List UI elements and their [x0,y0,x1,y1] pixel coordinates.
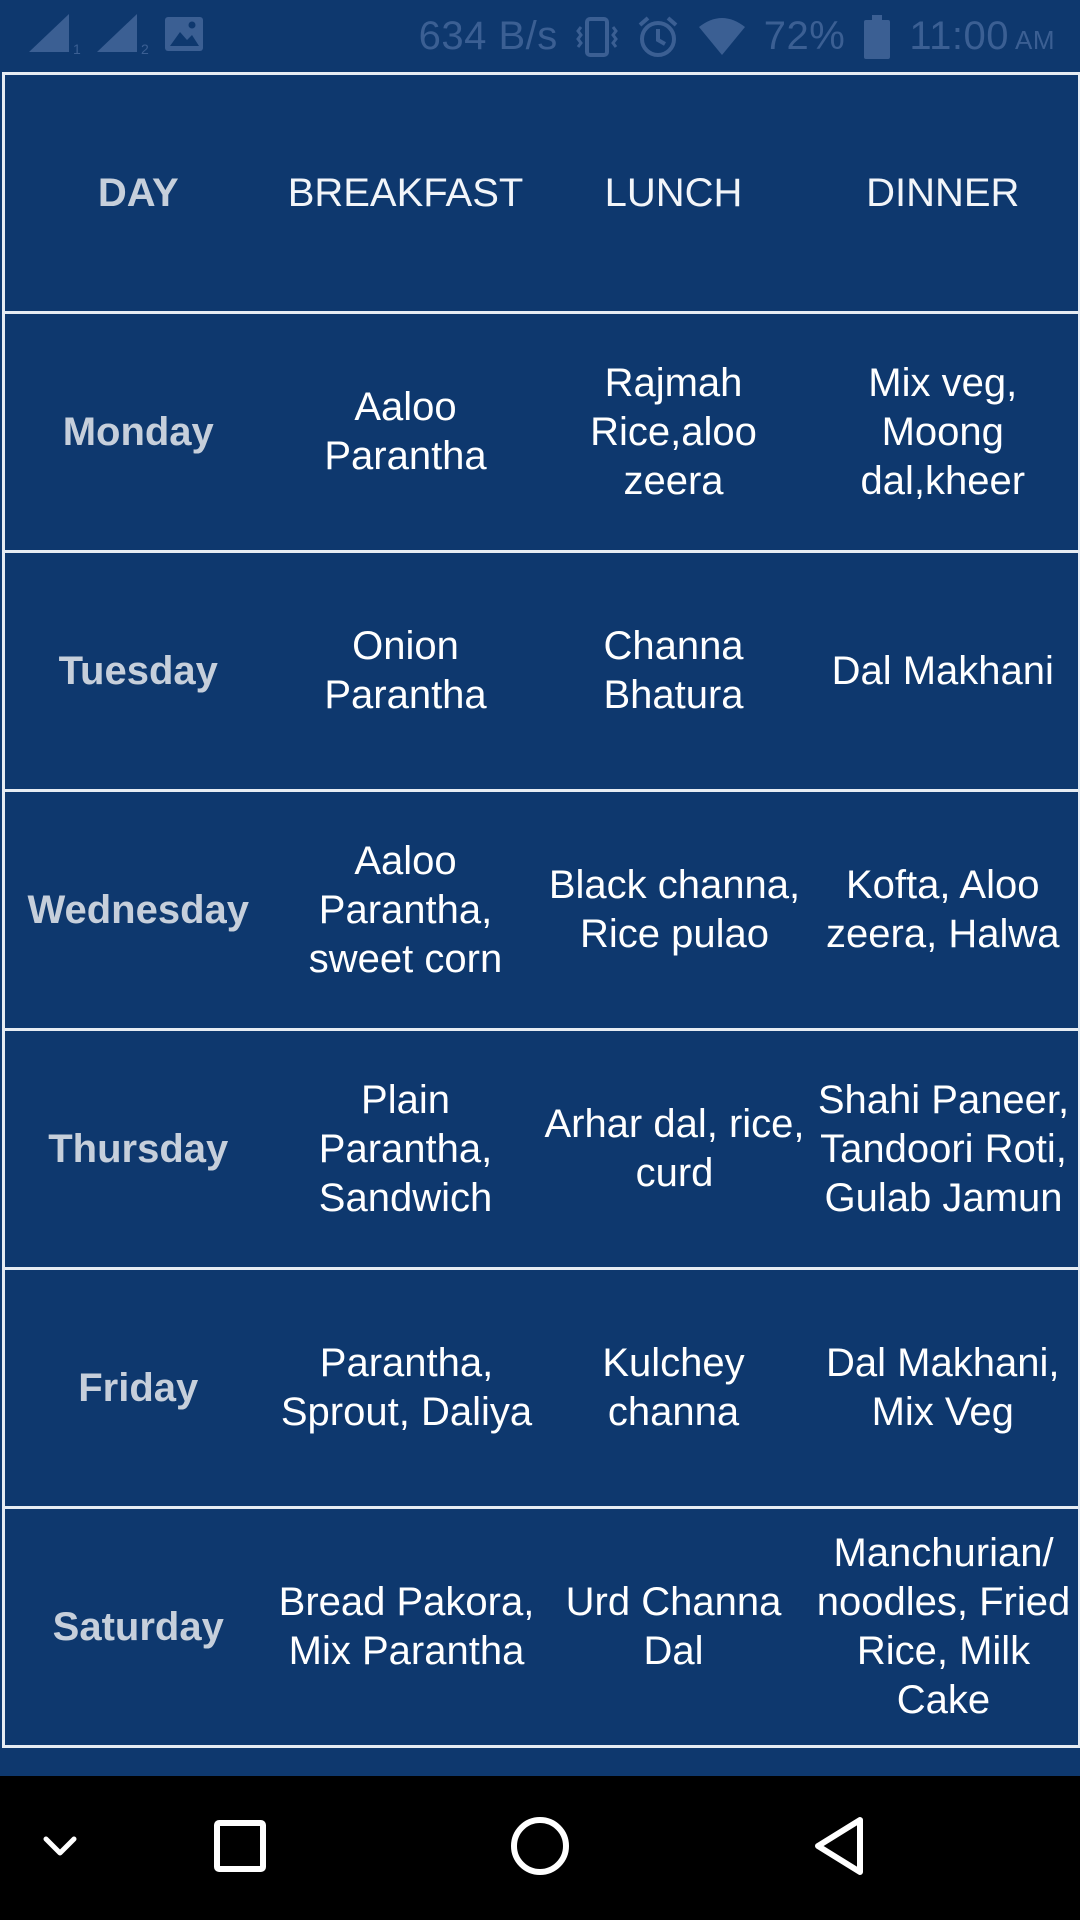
dinner-cell: Mix veg, Moong dal,kheer [807,311,1080,553]
dinner-cell: Dal Makhani, Mix Veg [807,1267,1080,1509]
status-right: 634 B/s 72% 11:00 AM [419,0,1055,73]
clock: 11:00 AM [909,14,1055,59]
lunch-cell: Urd Channa Dal [539,1506,808,1748]
day-cell: Monday [3,311,272,553]
status-bar: 1 2 634 B/s 72% 11:00 AM [0,0,1080,73]
header-dinner: DINNER [807,72,1080,314]
recents-button[interactable] [170,1776,310,1920]
lunch-cell: Channa Bhatura [539,550,808,792]
battery-icon [863,14,891,60]
day-cell: Friday [3,1267,272,1509]
lunch-cell: Rajmah Rice,aloo zeera [539,311,808,553]
sim1-label: 1 [73,41,81,56]
header-lunch: LUNCH [539,72,808,314]
breakfast-cell: Plain Parantha, Sandwich [271,1028,540,1270]
battery-percent: 72% [763,14,846,58]
home-icon [509,1815,571,1882]
lunch-cell: Kulchey channa [539,1267,808,1509]
alarm-icon [636,15,680,59]
image-notification-icon [163,14,205,59]
day-cell: Thursday [3,1028,272,1270]
wifi-icon [698,17,746,57]
table-row: Tuesday Onion Parantha Channa Bhatura Da… [3,550,1080,792]
status-left-icons: 1 2 [27,12,205,61]
day-cell: Wednesday [3,789,272,1031]
breakfast-cell: Aaloo Parantha, sweet corn [271,789,540,1031]
collapse-keyboard-button[interactable] [0,1776,130,1920]
navigation-bar [0,1776,1080,1920]
table-row: Thursday Plain Parantha, Sandwich Arhar … [3,1028,1080,1270]
back-icon [810,1815,870,1882]
dinner-cell: Manchurian/ noodles, Fried Rice, Milk Ca… [807,1506,1080,1748]
signal-sim1-icon: 1 [27,12,85,61]
breakfast-cell: Bread Pakora, Mix Parantha [271,1506,540,1748]
collapse-keyboard-icon [40,1834,80,1863]
breakfast-cell: Parantha, Sprout, Daliya [271,1267,540,1509]
table-row: Friday Parantha, Sprout, Daliya Kulchey … [3,1267,1080,1509]
table-row: Monday Aaloo Parantha Rajmah Rice,aloo z… [3,311,1080,553]
breakfast-cell: Aaloo Parantha [271,311,540,553]
recents-icon [212,1818,268,1879]
day-cell: Tuesday [3,550,272,792]
table-row: Saturday Bread Pakora, Mix Parantha Urd … [3,1506,1080,1748]
dinner-cell: Kofta, Aloo zeera, Halwa [807,789,1080,1031]
lunch-cell: Arhar dal, rice, curd [539,1028,808,1270]
lunch-cell: Black channa, Rice pulao [539,789,808,1031]
signal-sim2-icon: 2 [95,12,153,61]
breakfast-cell: Onion Parantha [271,550,540,792]
clock-ampm: AM [1015,25,1055,55]
dinner-cell: Dal Makhani [807,550,1080,792]
day-cell: Saturday [3,1506,272,1748]
table-header-row: DAY BREAKFAST LUNCH DINNER [3,72,1080,314]
vibrate-icon [575,15,618,59]
clock-time: 11:00 [909,14,1009,58]
network-speed: 634 B/s [418,14,558,58]
mess-menu-table: DAY BREAKFAST LUNCH DINNER Monday Aaloo … [2,72,1080,1748]
home-button[interactable] [470,1776,610,1920]
back-button[interactable] [770,1776,910,1920]
dinner-cell: Shahi Paneer, Tandoori Roti, Gulab Jamun [807,1028,1080,1270]
header-day: DAY [3,72,272,314]
table-row: Wednesday Aaloo Parantha, sweet corn Bla… [3,789,1080,1031]
header-breakfast: BREAKFAST [271,72,540,314]
sim2-label: 2 [141,41,149,56]
